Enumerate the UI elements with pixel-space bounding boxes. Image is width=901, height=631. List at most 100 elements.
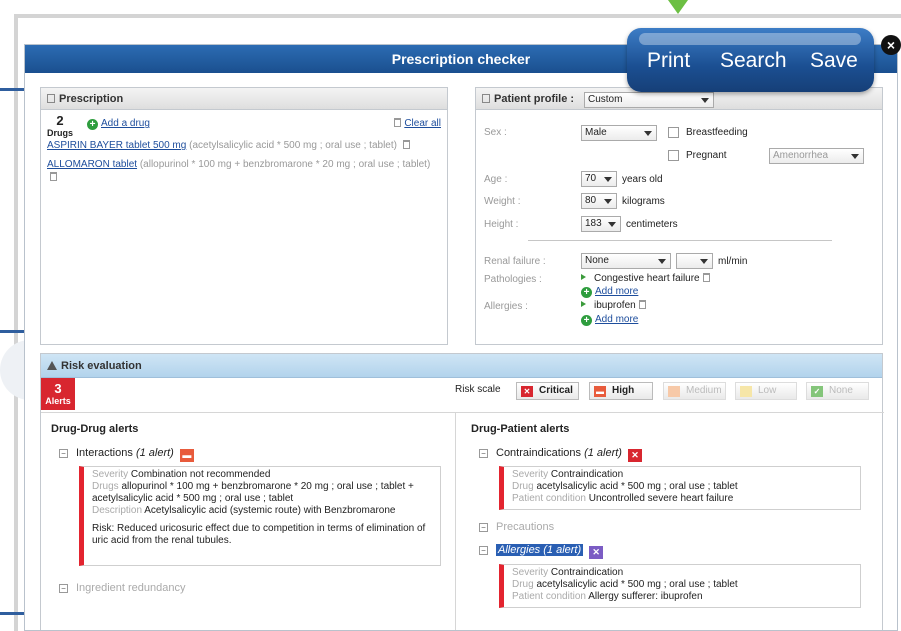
age-label: Age :	[484, 174, 508, 185]
description-value: Acetylsalicylic acid (systemic route) wi…	[144, 505, 396, 516]
profile-select-value: Custom	[588, 94, 623, 105]
clear-all-label: Clear all	[404, 118, 441, 129]
remove-pathology-icon[interactable]	[702, 273, 710, 282]
age-select[interactable]: 70	[581, 171, 617, 187]
allergy-name: ibuprofen	[594, 300, 636, 311]
remove-allergy-icon[interactable]	[638, 300, 646, 309]
drug-count: 2 Drugs	[47, 114, 73, 139]
breastfeeding-label: Breastfeeding	[686, 127, 748, 138]
drug-item: ASPIRIN BAYER tablet 500 mg (acetylsalic…	[41, 138, 447, 153]
renal-failure-select-value: None	[585, 255, 609, 266]
scale-low-button[interactable]: Low	[735, 382, 797, 400]
allergies-alert-row[interactable]: − Allergies (1 alert) ✕	[479, 544, 604, 559]
prescription-panel: Prescription 2 Drugs + Add a drug Clear a…	[40, 87, 448, 345]
severity-key: Severity	[92, 469, 129, 480]
pathology-name: Congestive heart failure	[594, 273, 700, 284]
patient-profile-panel: Patient profile : Custom Sex : Male Brea…	[475, 87, 883, 345]
chevron-down-icon	[700, 259, 708, 264]
ingredient-redundancy-row[interactable]: − Ingredient redundancy	[59, 582, 185, 594]
profile-select[interactable]: Custom	[584, 92, 714, 108]
remove-drug-icon[interactable]	[50, 172, 57, 181]
drug-description: (allopurinol * 100 mg + benzbromarone * …	[139, 159, 431, 170]
age-unit: years old	[622, 174, 663, 185]
pathologies-label: Pathologies :	[484, 274, 542, 285]
scale-none-button[interactable]: ✓ None	[806, 382, 869, 400]
high-icon: ▬	[594, 386, 606, 397]
pointer-arrow-icon	[668, 0, 688, 14]
clear-all-link[interactable]: Clear all	[391, 118, 441, 129]
renal-clearance-select[interactable]	[676, 253, 713, 269]
risk-scale-label: Risk scale	[455, 384, 501, 395]
risk-evaluation-panel: Risk evaluation 3 Alerts Risk scale ✕ Cri…	[40, 353, 884, 630]
plus-icon: +	[581, 315, 592, 326]
print-button[interactable]: Print	[647, 48, 690, 74]
interactions-row[interactable]: − Interactions (1 alert) ▬	[59, 447, 194, 462]
add-drug-link[interactable]: + Add a drug	[87, 118, 150, 130]
critical-severity-icon: ✕	[627, 449, 642, 462]
collapse-icon[interactable]: −	[479, 449, 488, 458]
allergy-item: ibuprofen	[581, 300, 649, 311]
scale-critical-button[interactable]: ✕ Critical	[516, 382, 579, 400]
weight-select[interactable]: 80	[581, 193, 617, 209]
scale-medium-label: Medium	[686, 385, 722, 396]
drug-name-link[interactable]: ASPIRIN BAYER tablet 500 mg	[47, 140, 186, 151]
add-pathology-link[interactable]: + Add more	[581, 286, 638, 298]
scale-medium-button[interactable]: Medium	[663, 382, 726, 400]
drug-description: (acetylsalicylic acid * 500 mg ; oral us…	[189, 140, 397, 151]
renal-failure-select[interactable]: None	[581, 253, 671, 269]
bullet-arrow-icon	[581, 274, 586, 280]
risk-evaluation-header: Risk evaluation	[41, 354, 882, 378]
collapse-icon[interactable]: −	[479, 523, 488, 532]
search-button[interactable]: Search	[720, 48, 787, 74]
precautions-row[interactable]: − Precautions	[479, 521, 554, 533]
amenorrhea-select[interactable]: Amenorrhea	[769, 148, 864, 164]
collapse-icon[interactable]: −	[59, 449, 68, 458]
scale-high-button[interactable]: ▬ High	[589, 382, 653, 400]
renal-failure-label: Renal failure :	[484, 256, 546, 267]
collapse-icon[interactable]: −	[59, 584, 68, 593]
chevron-down-icon	[604, 177, 612, 182]
column-divider	[455, 412, 456, 630]
contraindications-row[interactable]: − Contraindications (1 alert) ✕	[479, 447, 642, 462]
pregnant-checkbox[interactable]	[668, 150, 679, 161]
breastfeeding-checkbox[interactable]	[668, 127, 679, 138]
severity-key: Severity	[512, 567, 549, 578]
condition-value: Uncontrolled severe heart failure	[588, 493, 734, 504]
add-allergy-link[interactable]: + Add more	[581, 314, 638, 326]
pathology-item: Congestive heart failure	[581, 273, 713, 284]
height-select[interactable]: 183	[581, 216, 621, 232]
save-button[interactable]: Save	[810, 48, 858, 74]
remove-drug-icon[interactable]	[402, 140, 410, 149]
allergies-label: Allergies :	[484, 301, 528, 312]
drug-name-link[interactable]: ALLOMARON tablet	[47, 159, 137, 170]
interaction-alert-detail: Severity Combination not recommended Dru…	[79, 466, 441, 566]
sex-select[interactable]: Male	[581, 125, 657, 141]
divider	[528, 240, 832, 241]
contraindications-label: Contraindications	[496, 447, 581, 459]
alerts-count: 3	[54, 381, 62, 396]
chevron-down-icon	[851, 154, 859, 159]
drug-key: Drug	[512, 579, 534, 590]
divider	[41, 412, 884, 413]
sex-select-value: Male	[585, 127, 607, 138]
add-more-label: Add more	[595, 286, 639, 297]
contraindications-count: (1 alert)	[584, 447, 622, 459]
chevron-down-icon	[644, 131, 652, 136]
critical-icon: ✕	[521, 386, 533, 397]
add-more-label: Add more	[595, 314, 639, 325]
weight-unit: kilograms	[622, 196, 665, 207]
collapse-icon[interactable]: −	[479, 546, 488, 555]
close-icon[interactable]: ×	[881, 35, 901, 55]
high-severity-icon: ▬	[179, 449, 194, 462]
drug-value: acetylsalicylic acid * 500 mg ; oral use…	[536, 579, 738, 590]
scale-none-label: None	[829, 385, 853, 396]
condition-value: Allergy sufferer: ibuprofen	[588, 591, 703, 602]
chevron-down-icon	[658, 259, 666, 264]
prescription-toolbar: 2 Drugs + Add a drug Clear all	[41, 110, 447, 139]
plus-icon: +	[87, 119, 98, 130]
patient-profile-title: Patient profile :	[494, 93, 575, 105]
prescription-checker-window: Prescription checker Prescription 2 Drug…	[24, 44, 898, 631]
description-key: Description	[92, 505, 143, 516]
drugs-value: allopurinol * 100 mg + benzbromarone * 2…	[92, 481, 414, 504]
pregnant-label: Pregnant	[686, 150, 727, 161]
